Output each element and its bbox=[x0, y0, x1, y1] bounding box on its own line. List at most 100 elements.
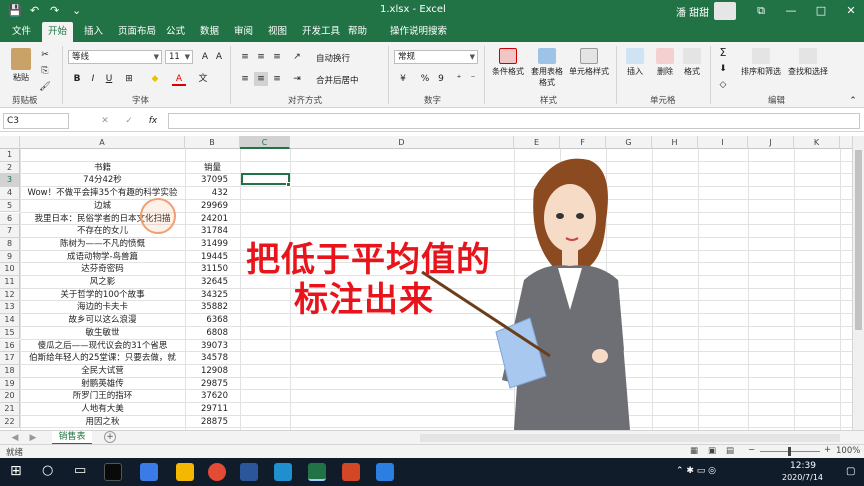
row-header[interactable]: 5 bbox=[0, 199, 20, 213]
clear-icon[interactable]: ◇ bbox=[716, 78, 730, 92]
cell-sales[interactable]: 31499 bbox=[185, 238, 240, 251]
task-view-icon[interactable]: ▭ bbox=[74, 463, 86, 478]
cell-sales[interactable]: 32645 bbox=[185, 276, 240, 289]
column-header-f[interactable]: F bbox=[560, 136, 606, 149]
cell-sales[interactable]: 29711 bbox=[185, 403, 240, 416]
cell-sales[interactable]: 19445 bbox=[185, 251, 240, 264]
tab-view[interactable]: 视图 bbox=[262, 22, 293, 42]
cell-sales[interactable]: 37620 bbox=[185, 390, 240, 403]
cell-sales[interactable]: 销量 bbox=[185, 162, 240, 175]
notification-icon[interactable]: ▢ bbox=[846, 466, 855, 477]
comma-button[interactable]: 9 bbox=[434, 72, 448, 86]
decrease-decimal-icon[interactable]: ⁻ bbox=[466, 72, 480, 86]
tab-home[interactable]: 开始 bbox=[42, 22, 74, 42]
row-header[interactable]: 6 bbox=[0, 212, 20, 226]
cell-sales[interactable]: 34325 bbox=[185, 289, 240, 302]
column-header-d[interactable]: D bbox=[290, 136, 514, 149]
phonetic-icon[interactable]: 文 bbox=[196, 72, 210, 86]
row-header[interactable]: 16 bbox=[0, 339, 20, 353]
page-layout-icon[interactable]: ▣ bbox=[708, 446, 716, 456]
folder-icon[interactable] bbox=[176, 463, 194, 481]
align-top-icon[interactable]: ≡ bbox=[238, 50, 252, 64]
cell-sales[interactable]: 6368 bbox=[185, 314, 240, 327]
decrease-font-icon[interactable]: A bbox=[212, 50, 226, 64]
scroll-thumb[interactable] bbox=[855, 150, 862, 330]
cell-sales[interactable]: 39073 bbox=[185, 340, 240, 353]
row-header[interactable]: 1 bbox=[0, 149, 20, 162]
wrap-text-button[interactable]: 自动换行 bbox=[316, 52, 350, 64]
row-header[interactable]: 21 bbox=[0, 403, 20, 416]
sort-filter-button[interactable]: 排序和筛选 bbox=[738, 48, 784, 77]
column-header-k[interactable]: K bbox=[794, 136, 840, 149]
cell-sales[interactable]: 34578 bbox=[185, 352, 240, 365]
cell-book-title[interactable]: 达芬奇密码 bbox=[20, 263, 185, 276]
row-header[interactable]: 3 bbox=[0, 174, 20, 188]
align-bottom-icon[interactable]: ≡ bbox=[270, 50, 284, 64]
cell-book-title[interactable]: 射鹏英雄传 bbox=[20, 378, 185, 391]
cell-book-title[interactable]: 陈树为——不凡的愤慨 bbox=[20, 238, 185, 251]
cell-sales[interactable]: 28875 bbox=[185, 416, 240, 429]
column-header-e[interactable]: E bbox=[514, 136, 560, 149]
row-header[interactable]: 22 bbox=[0, 415, 20, 429]
tab-formulas[interactable]: 公式 bbox=[160, 22, 191, 42]
maximize-button[interactable]: □ bbox=[810, 2, 832, 20]
percent-button[interactable]: % bbox=[418, 72, 432, 86]
row-header[interactable]: 10 bbox=[0, 263, 20, 276]
row-header[interactable]: 4 bbox=[0, 187, 20, 200]
cell-book-title[interactable]: 所罗门王的指环 bbox=[20, 390, 185, 403]
format-as-table-button[interactable]: 套用表格格式 bbox=[530, 48, 564, 88]
row-header[interactable]: 20 bbox=[0, 390, 20, 403]
format-cells-button[interactable]: 格式 bbox=[680, 48, 704, 77]
collapse-ribbon-icon[interactable]: ⌃ bbox=[846, 94, 860, 108]
font-color-button[interactable]: A bbox=[172, 72, 186, 86]
paste-button[interactable]: 粘贴 bbox=[8, 48, 34, 83]
row-header[interactable]: 17 bbox=[0, 352, 20, 365]
bold-button[interactable]: B bbox=[70, 72, 84, 86]
tab-file[interactable]: 文件 bbox=[6, 22, 37, 42]
tab-data[interactable]: 数据 bbox=[194, 22, 225, 42]
search-icon[interactable]: ○ bbox=[42, 463, 53, 478]
cell-book-title[interactable]: 伯斯给年轻人的25堂课：只要去做，就 bbox=[20, 352, 185, 365]
cell-sales[interactable]: 29875 bbox=[185, 378, 240, 391]
enter-formula-icon[interactable]: ✓ bbox=[122, 114, 136, 128]
chrome-icon[interactable] bbox=[208, 463, 226, 481]
format-painter-icon[interactable]: 🖌 bbox=[38, 80, 52, 94]
align-left-icon[interactable]: ≡ bbox=[238, 72, 252, 86]
cell-sales[interactable]: 37095 bbox=[185, 174, 240, 187]
align-right-icon[interactable]: ≡ bbox=[270, 72, 284, 86]
borders-icon[interactable]: ⊞ bbox=[122, 72, 136, 86]
excel-icon[interactable] bbox=[308, 463, 326, 481]
add-sheet-button[interactable]: + bbox=[104, 431, 116, 443]
cell-sales[interactable]: 31150 bbox=[185, 263, 240, 276]
column-header-g[interactable]: G bbox=[606, 136, 652, 149]
row-header[interactable]: 19 bbox=[0, 377, 20, 391]
cell-book-title[interactable]: 风之影 bbox=[20, 276, 185, 289]
autosum-button[interactable]: Σ bbox=[716, 46, 730, 60]
merge-center-button[interactable]: 合并后居中 bbox=[316, 74, 359, 86]
column-header-b[interactable]: B bbox=[185, 136, 240, 149]
cell-sales[interactable]: 432 bbox=[185, 187, 240, 200]
cell-styles-button[interactable]: 单元格样式 bbox=[566, 48, 612, 77]
cell-book-title[interactable]: 傻瓜之后——现代议会的31个省思 bbox=[20, 340, 185, 353]
cell-book-title[interactable]: 故乡可以这么浪漫 bbox=[20, 314, 185, 327]
system-tray-icons[interactable]: ⌃ ✱ ▭ ◎ bbox=[676, 466, 716, 476]
user-name[interactable]: 潘 甜甜 bbox=[676, 4, 709, 19]
find-select-button[interactable]: 查找和选择 bbox=[786, 48, 830, 77]
zoom-level[interactable]: 100% bbox=[836, 446, 860, 456]
app-icon[interactable] bbox=[140, 463, 158, 481]
increase-decimal-icon[interactable]: ⁺ bbox=[452, 72, 466, 86]
conditional-format-button[interactable]: 条件格式 bbox=[488, 48, 528, 77]
italic-button[interactable]: I bbox=[86, 72, 100, 86]
windows-start-icon[interactable]: ⊞ bbox=[10, 463, 22, 479]
currency-icon[interactable]: ¥ bbox=[396, 72, 410, 86]
tell-me-search[interactable]: 操作说明搜索 bbox=[384, 22, 453, 42]
cell-book-title[interactable]: 成语动物学-鸟兽篇 bbox=[20, 251, 185, 264]
column-header-i[interactable]: I bbox=[698, 136, 748, 149]
redo-icon[interactable]: ↷ bbox=[50, 3, 59, 19]
zoom-out-icon[interactable]: − bbox=[748, 445, 755, 455]
next-sheet-icon[interactable]: ▶ bbox=[26, 431, 40, 445]
select-all-corner[interactable] bbox=[0, 136, 20, 149]
formula-input[interactable] bbox=[168, 113, 860, 129]
align-center-icon[interactable]: ≡ bbox=[254, 72, 268, 86]
column-header-c[interactable]: C bbox=[240, 136, 290, 149]
